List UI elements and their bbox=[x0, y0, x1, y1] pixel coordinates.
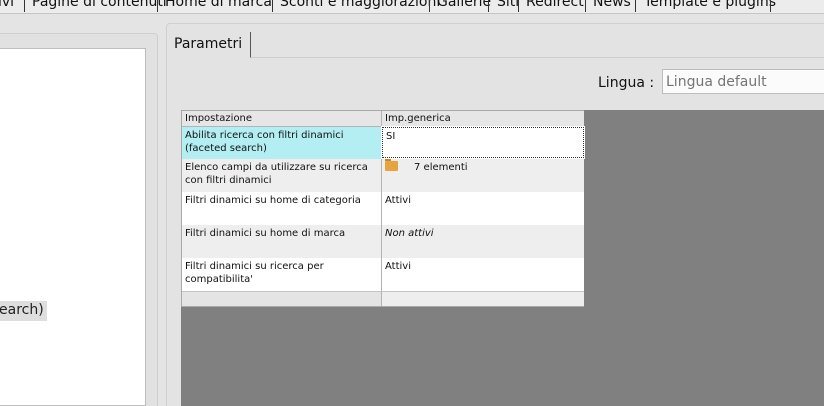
value-text: 7 elementi bbox=[414, 162, 468, 173]
menu-separator bbox=[429, 0, 430, 12]
menu-item-attivi[interactable]: ivi bbox=[0, 0, 14, 10]
setting-cell[interactable]: Elenco campi da utilizzare su ricerca co… bbox=[182, 159, 382, 192]
setting-cell[interactable]: Abilita ricerca con filtri dinamici (fac… bbox=[182, 127, 382, 159]
value-cell[interactable]: 7 elementi bbox=[382, 159, 584, 192]
menu-separator bbox=[488, 0, 489, 12]
menu-item-sconti-e-maggiorazioni[interactable]: Sconti e maggiorazioni bbox=[280, 0, 440, 10]
menu-separator bbox=[585, 0, 586, 12]
empty-row-cell[interactable] bbox=[182, 291, 382, 306]
left-panel-content: earch) bbox=[0, 48, 146, 406]
setting-cell[interactable]: Filtri dinamici su home di categoria bbox=[182, 192, 382, 225]
folder-icon bbox=[385, 159, 398, 171]
tab-parametri[interactable]: Parametri bbox=[168, 32, 252, 58]
menu-item-gallerie[interactable]: Gallerie bbox=[437, 0, 491, 10]
setting-cell[interactable]: Filtri dinamici su home di marca bbox=[182, 225, 382, 258]
menu-item-redirect[interactable]: Redirect bbox=[526, 0, 584, 10]
menu-item-siti[interactable]: Siti bbox=[497, 0, 519, 10]
lingua-label: Lingua : bbox=[598, 75, 655, 91]
value-cell[interactable]: SI bbox=[381, 126, 585, 159]
menu-item-template-e-plugins[interactable]: Template e plugins bbox=[644, 0, 776, 10]
value-cell[interactable]: Non attivi bbox=[382, 225, 584, 258]
left-panel-item[interactable]: earch) bbox=[0, 301, 47, 321]
menu-separator bbox=[518, 0, 519, 12]
menu-item-pagine-di-contenuti[interactable]: Pagine di contenuti bbox=[32, 0, 167, 10]
empty-row-cell[interactable] bbox=[382, 291, 584, 306]
column-header-impostazione[interactable]: Impostazione bbox=[182, 111, 382, 127]
menu-item-home-di-marca[interactable]: Home di marca bbox=[165, 0, 272, 10]
menu-separator bbox=[24, 0, 25, 12]
menu-separator bbox=[635, 0, 636, 12]
menu-item-news[interactable]: News bbox=[593, 0, 631, 10]
setting-cell[interactable]: Filtri dinamici su ricerca per compatibi… bbox=[182, 258, 382, 291]
value-cell[interactable]: Attivi bbox=[382, 258, 584, 291]
menu-separator bbox=[157, 0, 158, 12]
value-cell[interactable]: Attivi bbox=[382, 192, 584, 225]
lingua-input[interactable] bbox=[662, 69, 824, 94]
menu-separator bbox=[272, 0, 273, 12]
tab-strip-divider bbox=[168, 57, 824, 58]
top-menu-bar: ivi Pagine di contenuti Home di marca Sc… bbox=[0, 0, 824, 14]
column-header-imp-generica[interactable]: Imp.generica bbox=[382, 111, 584, 127]
settings-grid: Impostazione Imp.generica Abilita ricerc… bbox=[181, 110, 585, 307]
menu-separator bbox=[770, 0, 771, 12]
